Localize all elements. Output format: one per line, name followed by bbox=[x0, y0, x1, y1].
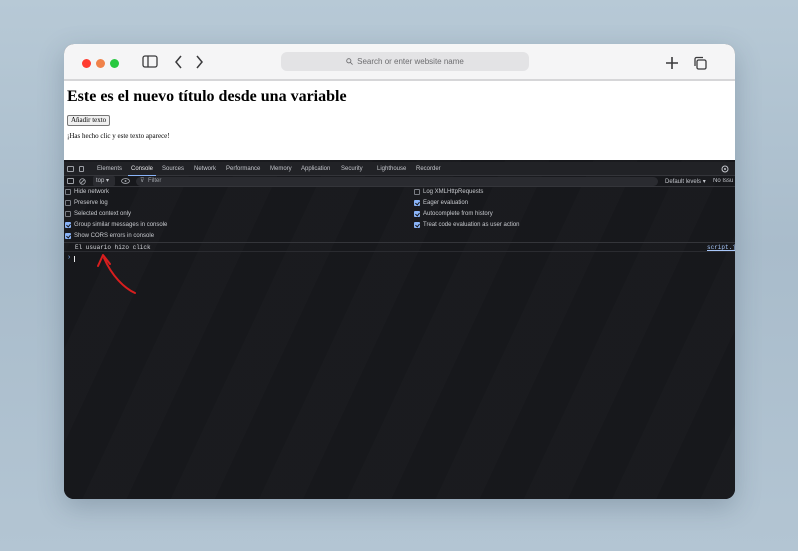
checkbox-checked[interactable] bbox=[65, 222, 71, 228]
checkbox-checked[interactable] bbox=[65, 233, 71, 239]
tab-performance[interactable]: Performance bbox=[226, 166, 260, 172]
setting-show-cors[interactable]: Show CORS errors in console bbox=[65, 233, 154, 239]
tab-network[interactable]: Network bbox=[194, 166, 216, 172]
setting-log-xhr[interactable]: Log XMLHttpRequests bbox=[414, 189, 483, 195]
web-page-content: Este es el nuevo título desde una variab… bbox=[64, 81, 735, 160]
back-icon[interactable] bbox=[174, 55, 183, 69]
setting-label: Eager evaluation bbox=[423, 200, 469, 206]
browser-toolbar: Search or enter website name bbox=[64, 44, 735, 81]
setting-label: Selected context only bbox=[74, 211, 132, 217]
sidebar-toggle-icon[interactable] bbox=[142, 55, 158, 68]
tab-sources[interactable]: Sources bbox=[162, 166, 184, 172]
setting-group-similar[interactable]: Group similar messages in console bbox=[65, 222, 167, 228]
page-paragraph: ¡Has hecho clic y este texto aparece! bbox=[67, 132, 170, 140]
setting-label: Preserve log bbox=[74, 200, 108, 206]
filter-icon: ⊽ bbox=[140, 178, 145, 184]
eye-icon[interactable] bbox=[121, 178, 130, 184]
setting-label: Show CORS errors in console bbox=[74, 233, 155, 239]
address-placeholder: Search or enter website name bbox=[357, 57, 464, 66]
console-input-cursor[interactable] bbox=[74, 256, 75, 262]
setting-label: Log XMLHttpRequests bbox=[423, 189, 484, 195]
console-log-row: El usuario hizo click script.js bbox=[64, 242, 735, 252]
settings-gear-icon[interactable] bbox=[721, 165, 729, 173]
tab-lighthouse[interactable]: Lighthouse bbox=[377, 166, 406, 172]
tab-application[interactable]: Application bbox=[301, 166, 330, 172]
setting-hide-network[interactable]: Hide network bbox=[65, 189, 109, 195]
setting-label: Treat code evaluation as user action bbox=[423, 222, 520, 228]
setting-label: Hide network bbox=[74, 189, 110, 195]
tab-console[interactable]: Console bbox=[127, 166, 157, 176]
tab-security[interactable]: Security bbox=[341, 166, 363, 172]
console-source-link[interactable]: script.js bbox=[707, 244, 735, 251]
zoom-window-button[interactable] bbox=[110, 59, 119, 68]
clear-console-icon[interactable] bbox=[79, 178, 86, 185]
sidebar-toggle-icon[interactable] bbox=[67, 178, 74, 184]
browser-window: Search or enter website name Este es el … bbox=[64, 44, 735, 499]
console-filter-bar: top ▾ ⊽ Filter Default levels ▾ No Issu bbox=[64, 176, 735, 187]
device-toolbar-icon[interactable] bbox=[79, 166, 84, 172]
inspect-element-icon[interactable] bbox=[67, 166, 74, 172]
checkbox-checked[interactable] bbox=[414, 222, 420, 228]
add-text-button[interactable]: Añadir texto bbox=[67, 115, 111, 126]
setting-label: Autocomplete from history bbox=[423, 211, 493, 217]
checkbox[interactable] bbox=[65, 200, 71, 206]
issues-counter[interactable]: No Issu bbox=[713, 178, 735, 184]
checkbox[interactable] bbox=[65, 211, 71, 217]
minimize-window-button[interactable] bbox=[96, 59, 105, 68]
search-icon bbox=[346, 58, 353, 65]
context-selector[interactable]: top ▾ bbox=[93, 176, 115, 186]
console-settings: Hide network Preserve log Selected conte… bbox=[64, 188, 735, 243]
filter-placeholder: Filter bbox=[148, 178, 162, 184]
filter-input[interactable]: ⊽ Filter bbox=[136, 177, 658, 186]
checkbox-checked[interactable] bbox=[414, 211, 420, 217]
log-levels-dropdown[interactable]: Default levels ▾ bbox=[665, 178, 706, 185]
tab-recorder[interactable]: Recorder bbox=[416, 166, 441, 172]
setting-selected-context[interactable]: Selected context only bbox=[65, 211, 131, 217]
address-bar[interactable]: Search or enter website name bbox=[281, 52, 529, 71]
devtools-tab-bar: Elements Console Sources Network Perform… bbox=[64, 162, 735, 176]
tab-memory[interactable]: Memory bbox=[270, 166, 292, 172]
devtools-panel: Elements Console Sources Network Perform… bbox=[64, 160, 735, 499]
checkbox[interactable] bbox=[65, 189, 71, 195]
setting-preserve-log[interactable]: Preserve log bbox=[65, 200, 108, 206]
page-title: Este es el nuevo título desde una variab… bbox=[67, 88, 347, 105]
checkbox-checked[interactable] bbox=[414, 200, 420, 206]
checkbox[interactable] bbox=[414, 189, 420, 195]
close-window-button[interactable] bbox=[82, 59, 91, 68]
tab-elements[interactable]: Elements bbox=[97, 166, 122, 172]
setting-eager-evaluation[interactable]: Eager evaluation bbox=[414, 200, 468, 206]
setting-treat-code-eval[interactable]: Treat code evaluation as user action bbox=[414, 222, 520, 228]
setting-label: Group similar messages in console bbox=[74, 222, 168, 228]
context-label: top bbox=[96, 178, 105, 184]
log-levels-label: Default levels bbox=[665, 179, 702, 185]
forward-icon[interactable] bbox=[195, 55, 204, 69]
tab-overview-icon[interactable] bbox=[693, 56, 708, 70]
red-arrow-annotation bbox=[97, 254, 136, 294]
new-tab-icon[interactable] bbox=[665, 56, 679, 70]
console-prompt-icon: › bbox=[67, 254, 72, 262]
setting-autocomplete-history[interactable]: Autocomplete from history bbox=[414, 211, 493, 217]
